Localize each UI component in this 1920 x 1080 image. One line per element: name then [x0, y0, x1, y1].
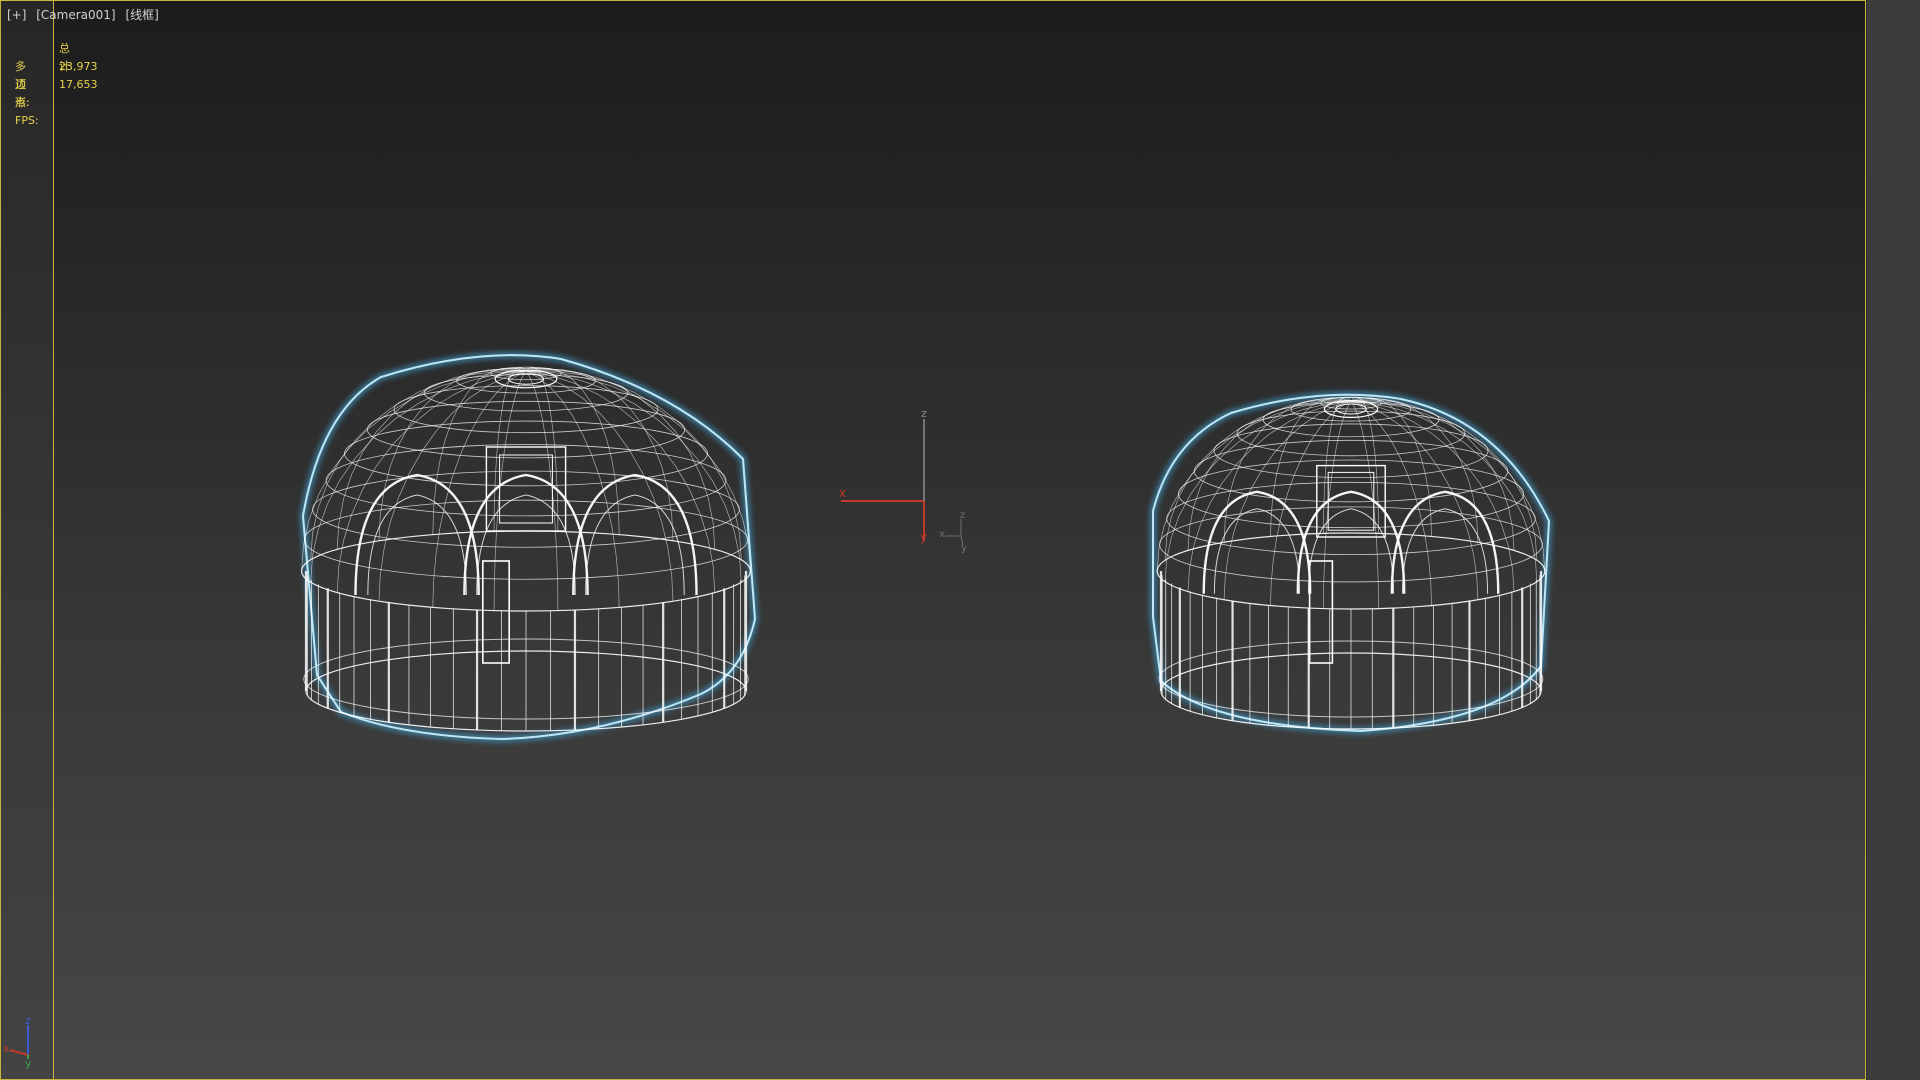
tripod-y-label: y: [25, 1057, 32, 1070]
tripod-x-axis: [9, 1049, 29, 1056]
gizmo-z-label: z: [921, 407, 927, 420]
camera-viewport[interactable]: x y z z x y z x y [+] [Camera001] [线框] 总…: [0, 0, 1866, 1080]
dome-object-left[interactable]: [299, 352, 759, 743]
world-axis-tripod: z x y: [3, 1014, 32, 1070]
polygon-count-value: 23,973: [59, 60, 98, 73]
pivot-x-label: x: [939, 529, 945, 540]
tripod-x-label: x: [3, 1042, 10, 1055]
tripod-z-label: z: [25, 1014, 31, 1027]
fps-label: FPS:: [15, 114, 39, 127]
dome-object-right[interactable]: [1150, 391, 1553, 735]
transform-gizmo[interactable]: x y z z x y: [839, 407, 967, 554]
viewport-label-menu: [+] [Camera001] [线框]: [7, 6, 165, 23]
pivot-y-label: y: [961, 543, 967, 554]
viewport-shading-menu[interactable]: [线框]: [125, 8, 158, 22]
dome-right-wireframe: [1156, 396, 1546, 730]
command-panel-edge: [1866, 0, 1920, 1080]
viewport-general-menu[interactable]: [+]: [7, 8, 26, 22]
gizmo-x-label: x: [839, 486, 846, 500]
pivot-z-label: z: [960, 510, 965, 521]
gizmo-y-label: y: [920, 530, 927, 544]
dome-left-wireframe: [301, 366, 751, 732]
scene-canvas[interactable]: x y z z x y z x y: [1, 1, 1866, 1079]
vertex-count-value: 17,653: [59, 78, 98, 91]
vertex-count-label: 顶点:: [15, 78, 30, 109]
viewport-camera-menu[interactable]: [Camera001]: [36, 8, 115, 22]
